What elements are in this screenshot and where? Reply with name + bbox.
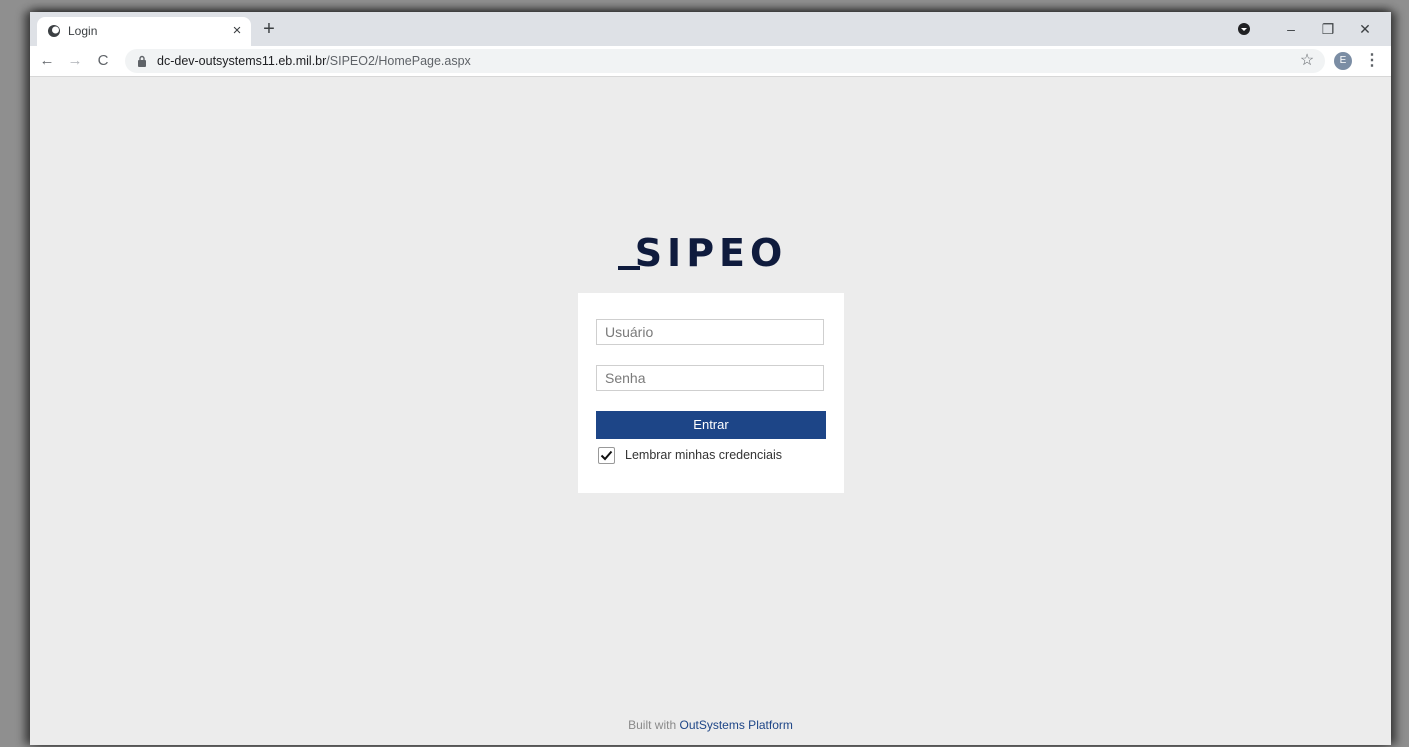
back-button[interactable]: ← xyxy=(36,50,58,72)
outsystems-link[interactable]: OutSystems Platform xyxy=(680,718,793,732)
star-icon[interactable]: ☆ xyxy=(1296,50,1318,72)
browser-toolbar: ← → C dc-dev-outsystems11.eb.mil.br/SIPE… xyxy=(30,46,1391,77)
remember-checkbox[interactable] xyxy=(598,447,615,464)
checkmark-icon xyxy=(600,450,613,461)
login-button[interactable]: Entrar xyxy=(596,411,826,439)
logo-text: SIPEO xyxy=(635,233,788,273)
username-field[interactable] xyxy=(596,319,824,345)
forward-button[interactable]: → xyxy=(64,50,86,72)
password-field[interactable] xyxy=(596,365,824,391)
restore-button[interactable]: ❐ xyxy=(1313,14,1343,44)
footer-prefix: Built with xyxy=(628,718,677,732)
lock-icon xyxy=(138,55,146,67)
browser-window: Login × + – ❐ ✕ ← → C dc-dev-outsystems1… xyxy=(30,12,1391,745)
tab-strip: Login × + – ❐ ✕ xyxy=(30,12,1391,46)
reload-button[interactable]: C xyxy=(92,50,114,72)
remember-label: Lembrar minhas credenciais xyxy=(625,448,783,462)
minimize-button[interactable]: – xyxy=(1276,14,1306,44)
profile-menu-icon[interactable] xyxy=(1237,22,1251,36)
avatar[interactable]: E xyxy=(1334,52,1352,70)
tab-title: Login xyxy=(68,24,98,38)
footer: Built with OutSystems Platform xyxy=(30,718,1391,732)
url-text[interactable]: dc-dev-outsystems11.eb.mil.br/SIPEO2/Hom… xyxy=(157,54,471,68)
url-path: /SIPEO2/HomePage.aspx xyxy=(326,54,471,68)
tab-close-button[interactable]: × xyxy=(227,21,247,41)
new-tab-button[interactable]: + xyxy=(257,18,281,42)
url-host: dc-dev-outsystems11.eb.mil.br xyxy=(157,54,327,68)
address-bar[interactable]: dc-dev-outsystems11.eb.mil.br/SIPEO2/Hom… xyxy=(125,49,1325,73)
page-content: SIPEO Entrar Lembrar minhas credenciais … xyxy=(30,77,1391,745)
tab-login[interactable]: Login × xyxy=(37,17,251,46)
globe-favicon-icon xyxy=(48,25,60,37)
close-window-button[interactable]: ✕ xyxy=(1350,14,1380,44)
kebab-menu-icon[interactable]: ⋮ xyxy=(1362,50,1382,72)
sipeo-logo: SIPEO xyxy=(618,233,788,273)
login-card: Entrar Lembrar minhas credenciais xyxy=(578,293,844,493)
